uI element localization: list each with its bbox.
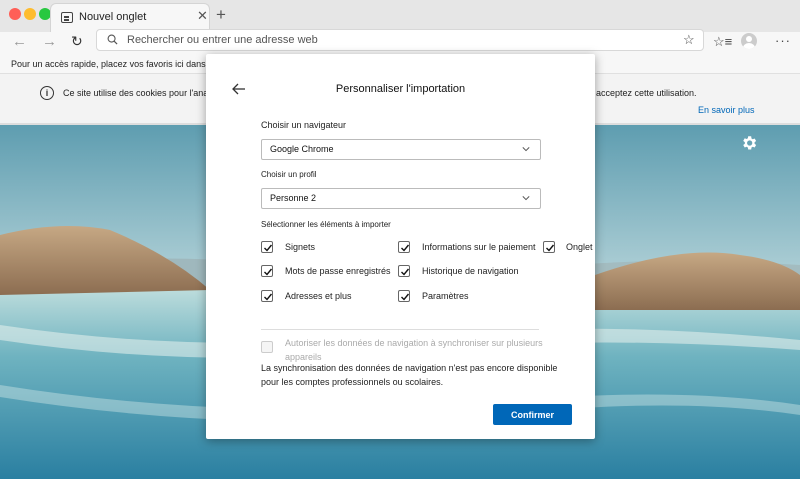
checkbox-history[interactable] [398,265,410,277]
divider [261,329,539,330]
new-tab-plus-icon[interactable]: + [216,6,226,23]
profile-avatar[interactable] [741,33,757,49]
checkbox-tabs[interactable] [543,241,555,253]
profile-select-value: Personne 2 [270,193,317,203]
checkbox-label: Paramètres [422,291,469,301]
search-icon [107,34,118,45]
address-placeholder: Rechercher ou entrer une adresse web [127,34,318,46]
info-icon: i [40,86,54,100]
dialog-title: Personnaliser l'importation [335,83,466,95]
checkbox-label: Mots de passe enregistrés [285,266,391,276]
minimize-window-button[interactable] [24,8,36,20]
cookie-text: Ce site utilise des cookies pour l'analy [63,88,215,98]
more-options-icon[interactable]: ··· [775,33,791,48]
checkbox-settings[interactable] [398,290,410,302]
close-window-button[interactable] [9,8,21,20]
browser-select[interactable]: Google Chrome [261,139,541,160]
items-label: Sélectionner les éléments à importer [261,220,391,229]
confirm-button[interactable]: Confirmer [493,404,572,425]
favorites-icon[interactable]: ☆≡ [713,34,732,50]
settings-gear-icon[interactable] [740,134,758,152]
checkbox-payment-info[interactable] [398,241,410,253]
checkbox-label: Onglet [566,242,593,252]
chevron-down-icon [522,196,530,201]
checkbox-passwords[interactable] [261,265,273,277]
address-bar[interactable]: Rechercher ou entrer une adresse web ☆ [96,29,704,51]
learn-more-link[interactable]: En savoir plus [698,105,755,115]
profile-label: Choisir un profil [261,170,317,179]
forward-arrow-icon[interactable]: → [42,34,57,49]
title-bar: Nouvel onglet ✕ + [0,0,800,32]
add-favorite-star-icon[interactable]: ☆ [683,32,695,48]
checkbox-label: Historique de navigation [422,266,519,276]
checkbox-sync-disabled [261,341,273,353]
favorites-bar-text: Pour un accès rapide, placez vos favoris… [11,59,239,69]
checkbox-label: Adresses et plus [285,291,352,301]
checkbox-label: Informations sur le paiement [422,242,536,252]
refresh-icon[interactable]: ↻ [71,34,83,48]
chevron-down-icon [522,147,530,152]
cookie-text-continued: acceptez cette utilisation. [596,88,697,98]
back-arrow-icon[interactable]: ← [12,34,27,49]
close-tab-icon[interactable]: ✕ [197,9,208,22]
browser-select-value: Google Chrome [270,144,334,154]
tab-title: Nouvel onglet [79,11,147,23]
checkbox-label: Signets [285,242,316,252]
tab-page-icon [61,12,73,23]
profile-select[interactable]: Personne 2 [261,188,541,209]
sync-label: Autoriser les données de navigation à sy… [285,338,543,362]
browser-label: Choisir un navigateur [261,120,347,130]
checkbox-addresses[interactable] [261,290,273,302]
tab-new-tab[interactable]: Nouvel onglet ✕ [50,3,210,32]
sync-note: La synchronisation des données de naviga… [261,363,558,387]
import-dialog: Personnaliser l'importation Choisir un n… [206,54,595,439]
checkbox-signets[interactable] [261,241,273,253]
